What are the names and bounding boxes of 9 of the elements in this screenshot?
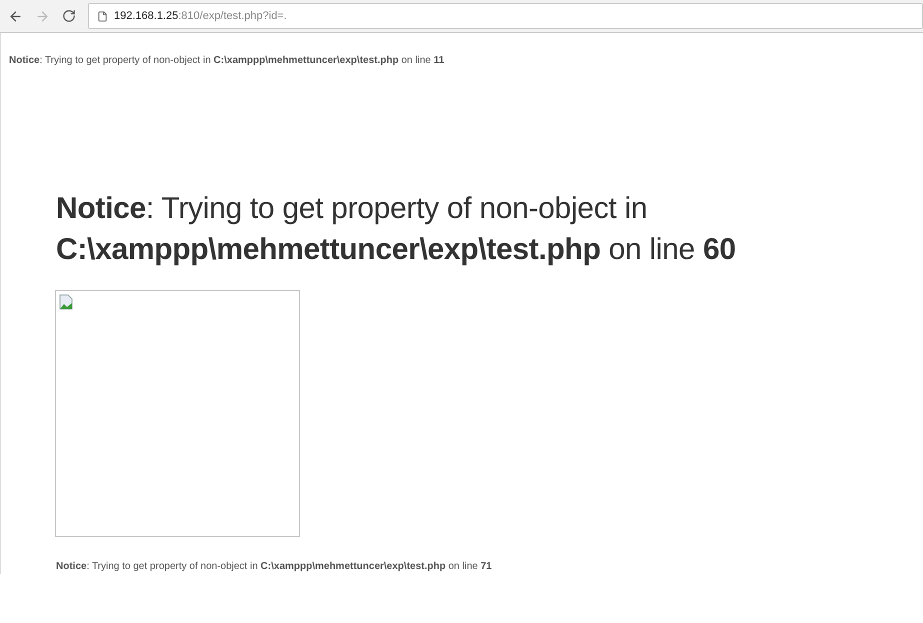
back-icon[interactable] — [8, 8, 23, 24]
notice-heading: Notice: Trying to get property of non-object in C:\xamppp\mehmettuncer\exp\test.php on line 60 — [55, 191, 737, 268]
url-text: 192.168.1.25:810/exp/test.php?id=. — [114, 8, 287, 24]
notice-message: Notice: Trying to get property of non-object in C:\xamppp\mehmettuncer\exp\test.php on line 71 — [55, 560, 493, 574]
broken-image-icon — [59, 294, 73, 310]
notice-message: Notice: Trying to get property of non-object in C:\xamppp\mehmettuncer\exp\test.php on line 11 — [8, 54, 446, 68]
reload-icon[interactable] — [62, 9, 76, 23]
page-icon — [97, 10, 108, 22]
address-bar[interactable]: 192.168.1.25:810/exp/test.php?id=. — [88, 3, 923, 29]
